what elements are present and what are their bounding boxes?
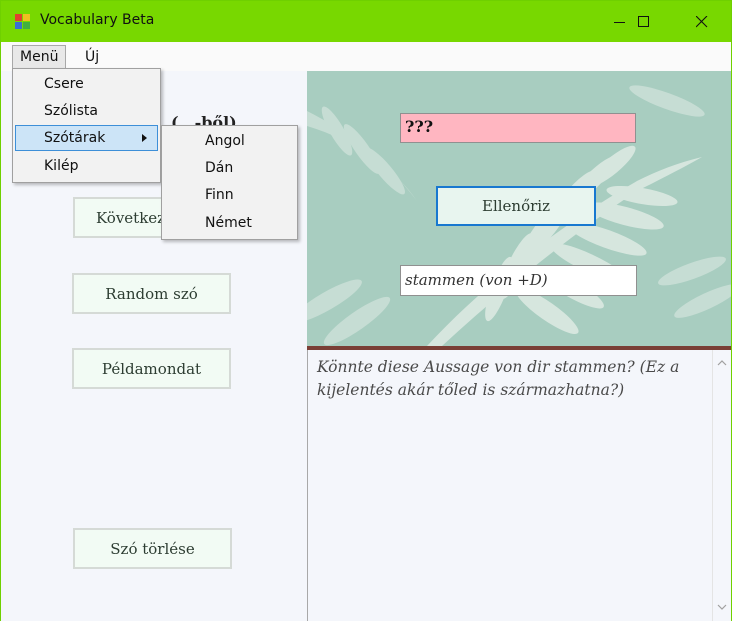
answer-input[interactable]: ??? <box>400 113 636 143</box>
title-bar[interactable]: Vocabulary Beta <box>1 1 731 42</box>
app-window: Vocabulary Beta Menü Új ??? Ellenőriz st… <box>0 0 732 621</box>
submenu-item-danish[interactable]: Dán <box>164 155 295 181</box>
menu-bar: Menü Új <box>1 42 731 71</box>
window-title: Vocabulary Beta <box>40 12 155 28</box>
check-button[interactable]: Ellenőriz <box>436 186 596 226</box>
maximize-icon <box>638 15 649 27</box>
menu-item-exit[interactable]: Kilép <box>15 153 158 179</box>
menu-item-dictionaries-label: Szótárak <box>44 130 106 146</box>
close-button[interactable] <box>679 1 725 42</box>
submenu-arrow-icon <box>142 134 147 142</box>
maximize-button[interactable] <box>621 1 667 42</box>
close-icon <box>696 15 708 27</box>
scroll-down-icon[interactable] <box>717 602 727 612</box>
menu-menu[interactable]: Menü <box>12 45 67 69</box>
menu-dropdown: Csere Szólista Szótárak Kilép <box>12 68 161 183</box>
menu-item-dictionaries[interactable]: Szótárak <box>15 125 158 151</box>
example-sentence-text: Könnte diese Aussage von dir stammen? (E… <box>317 358 680 399</box>
app-icon <box>15 14 31 30</box>
example-sentence-box[interactable]: Könnte diese Aussage von dir stammen? (E… <box>307 350 731 621</box>
menu-item-swap[interactable]: Csere <box>15 71 158 97</box>
submenu-item-finnish[interactable]: Finn <box>164 182 295 208</box>
hint-field[interactable]: stammen (von +D) <box>400 265 637 296</box>
dictionaries-submenu: Angol Dán Finn Német <box>161 125 298 240</box>
vertical-scrollbar[interactable] <box>712 350 731 621</box>
submenu-item-german[interactable]: Német <box>164 210 295 236</box>
example-sentence-button[interactable]: Példamondat <box>72 348 231 389</box>
menu-new[interactable]: Új <box>77 45 107 69</box>
random-word-button[interactable]: Random szó <box>72 273 231 314</box>
delete-word-button[interactable]: Szó törlése <box>73 528 232 569</box>
submenu-item-english[interactable]: Angol <box>164 128 295 154</box>
scroll-up-icon[interactable] <box>717 358 727 368</box>
menu-item-word-list[interactable]: Szólista <box>15 98 158 124</box>
